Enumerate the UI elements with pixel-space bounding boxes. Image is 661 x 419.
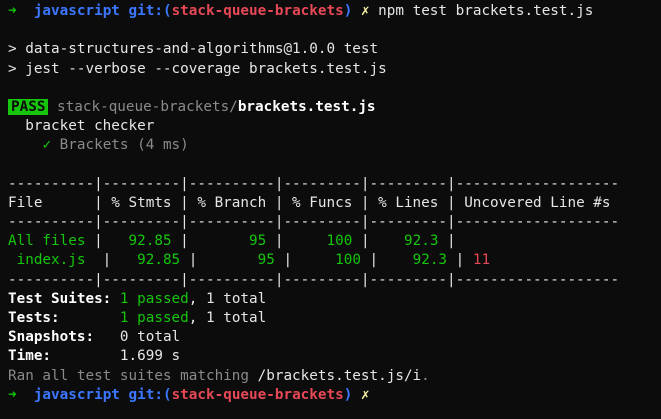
check-icon: ✓ — [42, 137, 52, 154]
coverage-separator: ----------|---------|----------|--------… — [8, 271, 620, 288]
git-branch: stack-queue-brackets — [171, 386, 344, 403]
prompt-arrow-icon: ➜ — [8, 3, 17, 19]
summary-snapshots: Snapshots: 0 total — [8, 328, 661, 347]
dirty-icon: ✗ — [360, 386, 370, 403]
coverage-lines: 92.3 — [404, 233, 439, 250]
summary-ran: Ran all test suites matching /brackets.t… — [8, 367, 661, 386]
summary-label: Snapshots: — [8, 329, 120, 346]
coverage-separator: ----------|---------|----------|--------… — [8, 214, 620, 231]
prompt-line: ➜ javascript git:(stack-queue-brackets) … — [8, 2, 661, 21]
npm-output-line: > jest --verbose --coverage brackets.tes… — [8, 60, 387, 77]
git-label: git:( — [128, 386, 172, 403]
suite-line: bracket checker — [8, 117, 661, 136]
summary-total: , 1 total — [188, 290, 267, 307]
summary-total: , 1 total — [188, 310, 267, 326]
dirty-icon: ✗ — [360, 3, 370, 19]
coverage-stmts: 92.85 — [137, 252, 181, 269]
prompt-line[interactable]: ➜ javascript git:(stack-queue-brackets) … — [8, 386, 661, 405]
summary-tests: Tests: 1 passed, 1 total — [8, 309, 661, 328]
test-name: Brackets (4 ms) — [59, 137, 189, 154]
summary-value: 1.699 s — [119, 348, 181, 365]
summary-label: Time: — [8, 348, 120, 365]
result-line: PASS stack-queue-brackets/brackets.test.… — [8, 98, 661, 117]
summary-passed: 1 passed — [119, 310, 189, 326]
coverage-branch: 95 — [249, 233, 267, 250]
coverage-header: File | % Stmts | % Branch | % Funcs | % … — [8, 194, 620, 211]
coverage-funcs: 100 — [335, 252, 361, 269]
summary-time: Time: 1.699 s — [8, 347, 661, 366]
test-line: ✓ Brackets (4 ms) — [8, 136, 661, 155]
coverage-uncovered: 11 — [472, 252, 491, 269]
result-path-dir: stack-queue-brackets/ — [57, 98, 238, 115]
command-text: npm test brackets.test.js — [378, 3, 594, 19]
coverage-file: All files — [8, 233, 86, 250]
coverage-separator: ----------|---------|----------|--------… — [8, 175, 620, 192]
summary-value: 0 total — [119, 329, 181, 346]
summary-passed: 1 passed — [119, 290, 189, 307]
terminal-window[interactable]: ➜ javascript git:(stack-queue-brackets) … — [0, 0, 661, 419]
ran-pattern: /brackets.test.js/i — [257, 367, 422, 384]
git-label: git:( — [128, 3, 172, 19]
coverage-row: All files | 92.85 | 95 | 100 | 92.3 | — [8, 233, 465, 250]
npm-output-line: > data-structures-and-algorithms@1.0.0 t… — [8, 41, 379, 58]
summary-label: Test Suites: — [8, 290, 120, 307]
git-branch: stack-queue-brackets — [171, 3, 344, 19]
coverage-stmts: 92.85 — [128, 233, 172, 250]
ran-suffix: . — [421, 367, 430, 384]
coverage-row: index.js | 92.85 | 95 | 100 | 92.3 | 11 — [8, 252, 491, 269]
coverage-funcs: 100 — [326, 233, 353, 250]
git-close: ) — [343, 386, 353, 403]
coverage-file: index.js — [8, 252, 86, 269]
summary-label: Tests: — [8, 310, 120, 326]
git-close: ) — [343, 3, 353, 19]
suite-name: bracket checker — [25, 118, 155, 135]
prompt-dir: javascript — [33, 3, 120, 19]
coverage-lines: 92.3 — [412, 252, 448, 269]
coverage-branch: 95 — [257, 252, 275, 269]
prompt-dir: javascript — [33, 386, 120, 403]
ran-prefix: Ran all test suites matching — [8, 367, 258, 384]
pass-badge: PASS — [8, 98, 49, 115]
prompt-arrow-icon: ➜ — [8, 386, 17, 403]
summary-suites: Test Suites: 1 passed, 1 total — [8, 290, 661, 309]
result-path-file: brackets.test.js — [237, 98, 376, 115]
